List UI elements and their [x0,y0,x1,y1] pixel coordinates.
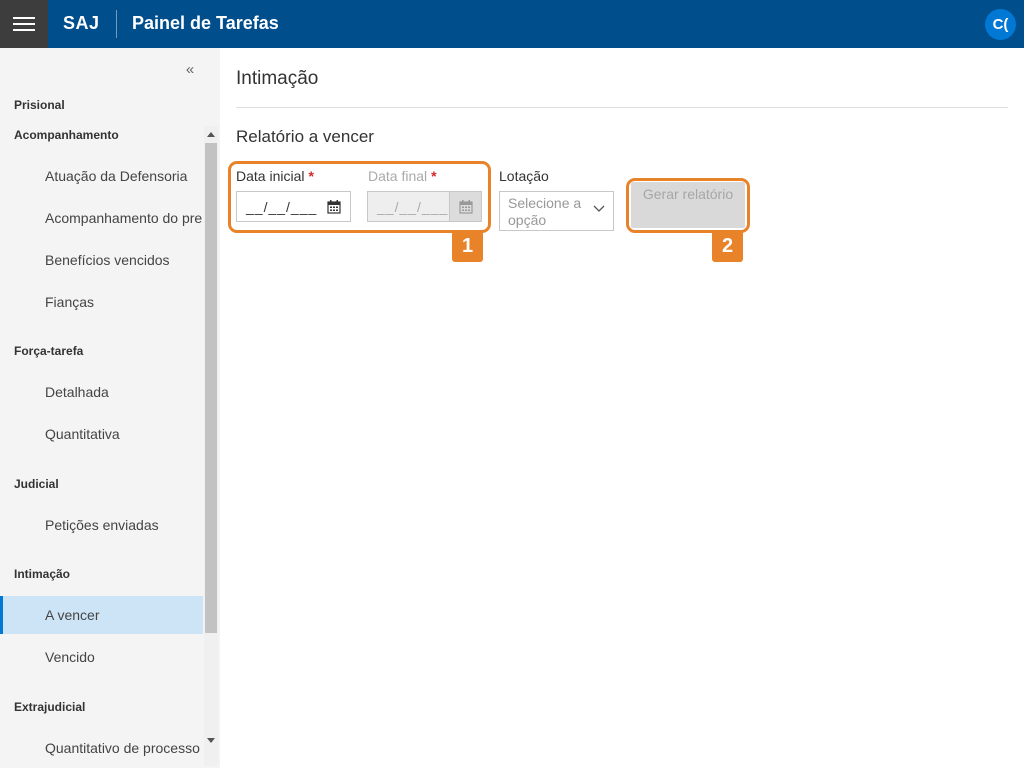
chevron-down-icon [593,205,605,212]
sidebar-item-acompanhamento-pre[interactable]: Acompanhamento do pre [0,199,203,237]
user-avatar[interactable]: C( [985,9,1016,40]
sidebar-item-peticoes-enviadas[interactable]: Petições enviadas [0,506,203,544]
lotacao-select[interactable]: Selecione a opção [499,191,614,231]
scroll-down-arrow-icon[interactable] [205,734,217,746]
header-divider [116,10,117,38]
sidebar-category-prisional: Prisional [14,98,65,112]
callout-highlight-dates [228,161,491,233]
brand-logo[interactable]: SAJ [63,13,100,34]
sidebar-category-judicial: Judicial [14,477,59,491]
sidebar-item-fiancas[interactable]: Fianças [0,283,203,321]
sidebar-category-extrajudicial: Extrajudicial [14,700,86,714]
sidebar-item-a-vencer[interactable]: A vencer [0,596,203,634]
sidebar-item-quantitativo-processo[interactable]: Quantitativo de processo [0,729,203,767]
callout-highlight-button [626,178,750,233]
collapse-sidebar-icon[interactable]: « [181,61,199,78]
sidebar-scroll-thumb[interactable] [205,143,217,633]
lotacao-label: Lotação [499,168,549,184]
sidebar-category-forca-tarefa: Força-tarefa [14,344,84,358]
app-title: Painel de Tarefas [132,13,279,33]
sidebar-category-acompanhamento: Acompanhamento [14,128,119,142]
sidebar-item-quantitativa[interactable]: Quantitativa [0,415,203,453]
top-app-bar: SAJ Painel de Tarefas C( [0,0,1024,48]
title-divider [236,107,1008,108]
sidebar-category-intimacao: Intimação [14,567,71,581]
sidebar-item-atuacao-defensoria[interactable]: Atuação da Defensoria [0,157,203,195]
sidebar-item-vencido[interactable]: Vencido [0,638,203,676]
callout-badge-2: 2 [712,231,743,262]
callout-badge-1: 1 [452,231,483,262]
scroll-up-arrow-icon[interactable] [205,128,217,140]
section-title: Relatório a vencer [236,127,374,146]
sidebar: « Prisional Acompanhamento Atuação da De… [0,48,220,768]
sidebar-item-beneficios-vencidos[interactable]: Benefícios vencidos [0,241,203,279]
sidebar-item-detalhada[interactable]: Detalhada [0,373,203,411]
page-title: Intimação [236,68,319,89]
lotacao-placeholder: Selecione a opção [508,195,582,228]
hamburger-menu-icon[interactable] [0,0,48,48]
